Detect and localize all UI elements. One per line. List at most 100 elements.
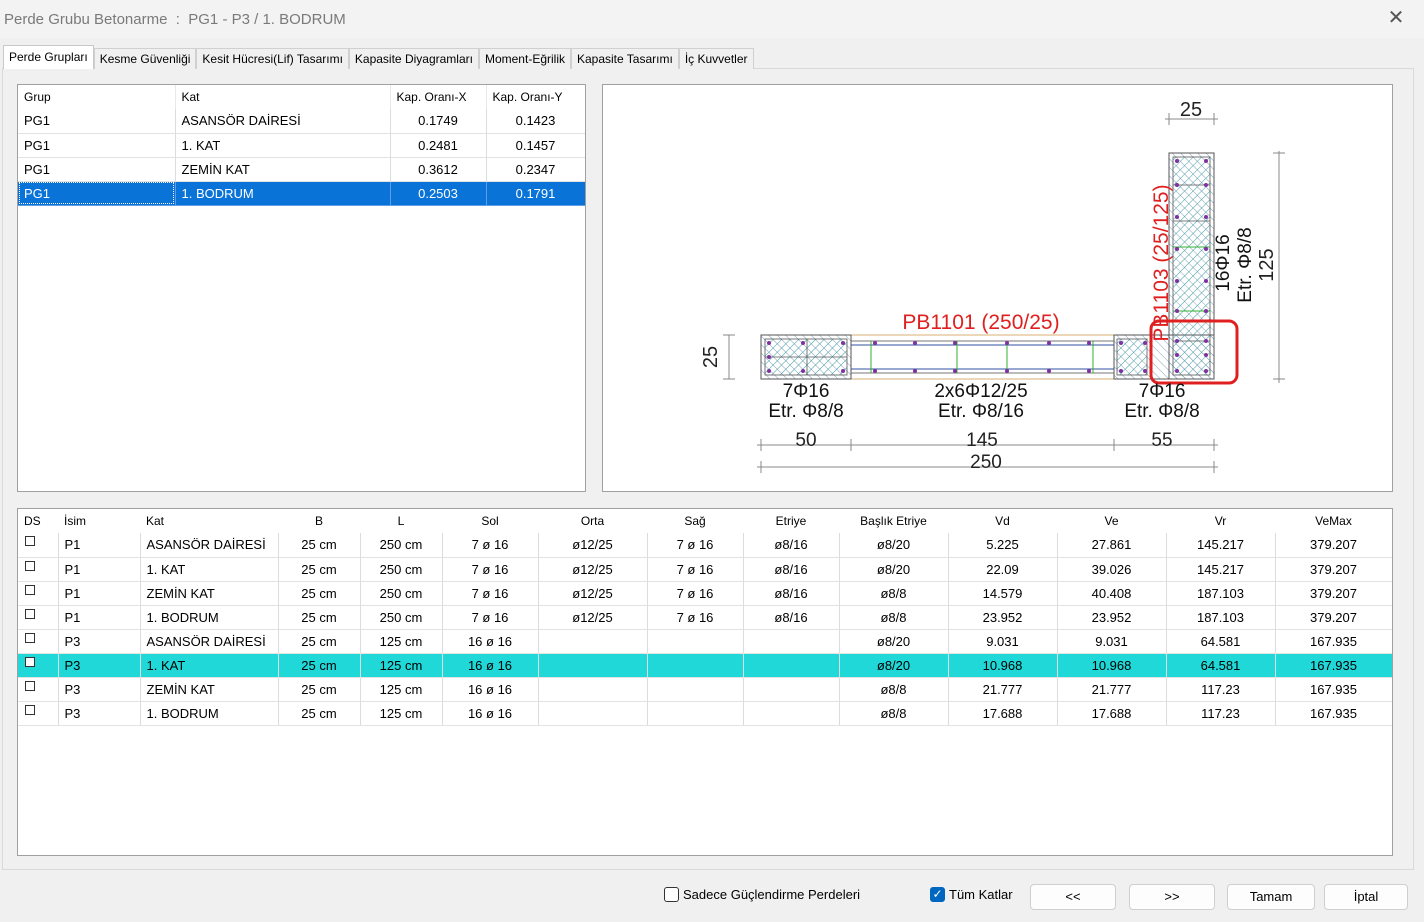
ds-checkbox[interactable] bbox=[25, 680, 35, 691]
all-floors-checkbox[interactable]: ✓ Tüm Katlar bbox=[930, 887, 1013, 902]
cell-orta bbox=[538, 629, 648, 654]
cell-kat: ZEMİN KAT bbox=[140, 677, 279, 702]
wall2-label: PB1103 (25/125) bbox=[1150, 184, 1173, 341]
dim-top-label: 25 bbox=[1180, 99, 1202, 121]
vert-bars: 16Φ16 bbox=[1213, 234, 1234, 291]
cell-b: 25 cm bbox=[278, 653, 361, 678]
dim-left-label: 25 bbox=[700, 346, 722, 368]
dim-50-label: 50 bbox=[795, 430, 816, 451]
ds-cell bbox=[18, 701, 59, 726]
col-header-baslik-etriye[interactable]: Başlık Etriye bbox=[839, 509, 948, 533]
cancel-button[interactable]: İptal bbox=[1324, 884, 1408, 910]
cell-kat: 1. BODRUM bbox=[175, 181, 391, 206]
ds-checkbox[interactable] bbox=[25, 704, 35, 715]
cell-sol: 16 ø 16 bbox=[442, 629, 539, 654]
col-header-vr[interactable]: Vr bbox=[1166, 509, 1275, 533]
cell-kap-y: 0.1423 bbox=[486, 109, 585, 134]
col-header-kat[interactable]: Kat bbox=[140, 509, 278, 533]
cell-isim: P3 bbox=[58, 677, 141, 702]
cell-vemax: 167.935 bbox=[1275, 677, 1392, 702]
col-header-orta[interactable]: Orta bbox=[538, 509, 647, 533]
col-header-kat[interactable]: Kat bbox=[175, 85, 391, 109]
table-row[interactable]: PG1 ZEMİN KAT 0.3612 0.2347 bbox=[18, 157, 585, 182]
ds-checkbox[interactable] bbox=[25, 608, 35, 619]
col-header-ds[interactable]: DS bbox=[18, 509, 58, 533]
prev-button[interactable]: << bbox=[1030, 884, 1116, 910]
table-row-selected[interactable]: PG1 1. BODRUM 0.2503 0.1791 bbox=[18, 181, 585, 206]
close-icon[interactable]: ✕ bbox=[1386, 8, 1406, 28]
left-end-stirrup: Etr. Φ8/8 bbox=[768, 401, 843, 422]
cell-orta bbox=[538, 677, 648, 702]
col-header-sol[interactable]: Sol bbox=[442, 509, 538, 533]
table-row[interactable]: P3 ASANSÖR DAİRESİ 25 cm 125 cm 16 ø 16 ø8/20… bbox=[18, 629, 1392, 654]
cell-sol: 16 ø 16 bbox=[442, 701, 539, 726]
col-header-b[interactable]: B bbox=[278, 509, 360, 533]
cell-kat: ASANSÖR DAİRESİ bbox=[140, 533, 279, 558]
table-row[interactable]: P3 1. BODRUM 25 cm 125 cm 16 ø 16 ø8/8 17.688 1… bbox=[18, 701, 1392, 726]
col-header-sag[interactable]: Sağ bbox=[647, 509, 743, 533]
ok-button[interactable]: Tamam bbox=[1227, 884, 1315, 910]
ds-checkbox[interactable] bbox=[25, 560, 35, 571]
table-row[interactable]: P1 ASANSÖR DAİRESİ 25 cm 250 cm 7 ø 16 ø12/25… bbox=[18, 533, 1392, 558]
tab-ic-kuvvetler[interactable]: İç Kuvvetler bbox=[678, 48, 754, 69]
cell-kat: 1. KAT bbox=[140, 557, 279, 582]
wall1-label: PB1101 (250/25) bbox=[902, 311, 1059, 334]
col-header-l[interactable]: L bbox=[360, 509, 442, 533]
tab-moment-egrilik[interactable]: Moment-Eğrilik bbox=[478, 48, 571, 69]
cell-vr: 145.217 bbox=[1166, 533, 1276, 558]
cell-baslik-etriye: ø8/8 bbox=[839, 581, 949, 606]
ds-checkbox[interactable] bbox=[25, 536, 35, 546]
col-header-vd[interactable]: Vd bbox=[948, 509, 1057, 533]
table-row[interactable]: P1 1. KAT 25 cm 250 cm 7 ø 16 ø12/25 7 ø 16 ø8/… bbox=[18, 557, 1392, 582]
table-row[interactable]: P3 ZEMİN KAT 25 cm 125 cm 16 ø 16 ø8/8 21.777 2… bbox=[18, 677, 1392, 702]
cell-l: 125 cm bbox=[360, 677, 443, 702]
cell-kat: 1. BODRUM bbox=[140, 605, 279, 630]
walls-grid[interactable]: DS İsim Kat B L Sol Orta Sağ Etriye Başl… bbox=[17, 508, 1393, 856]
tab-kesme-guvenligi[interactable]: Kesme Güvenliği bbox=[93, 48, 197, 69]
groups-grid[interactable]: Grup Kat Kap. Oranı-X Kap. Oranı-Y PG1 A… bbox=[17, 84, 586, 492]
table-row[interactable]: PG1 ASANSÖR DAİRESİ 0.1749 0.1423 bbox=[18, 109, 585, 134]
cell-isim: P1 bbox=[58, 605, 141, 630]
cell-etriye: ø8/16 bbox=[743, 533, 840, 558]
cell-vd: 21.777 bbox=[948, 677, 1058, 702]
cell-orta bbox=[538, 701, 648, 726]
table-row[interactable]: PG1 1. KAT 0.2481 0.1457 bbox=[18, 133, 585, 158]
ds-checkbox[interactable] bbox=[25, 584, 35, 595]
cell-l: 125 cm bbox=[360, 629, 443, 654]
table-row[interactable]: P1 ZEMİN KAT 25 cm 250 cm 7 ø 16 ø12/25 7 ø 16… bbox=[18, 581, 1392, 606]
cell-kap-x: 0.2481 bbox=[390, 133, 487, 158]
col-header-grup[interactable]: Grup bbox=[18, 85, 176, 109]
tab-kesit-hucresi[interactable]: Kesit Hücresi(Lif) Tasarımı bbox=[196, 48, 349, 69]
ds-cell bbox=[18, 533, 59, 558]
tab-kapasite-diyagramlari[interactable]: Kapasite Diyagramları bbox=[348, 48, 479, 69]
col-header-vemax[interactable]: VeMax bbox=[1275, 509, 1392, 533]
col-header-isim[interactable]: İsim bbox=[58, 509, 140, 533]
checkbox-unchecked[interactable] bbox=[664, 887, 679, 902]
cell-b: 25 cm bbox=[278, 533, 361, 558]
cell-vr: 117.23 bbox=[1166, 677, 1276, 702]
cell-isim: P3 bbox=[58, 701, 141, 726]
cell-vd: 22.09 bbox=[948, 557, 1058, 582]
table-row[interactable]: P1 1. BODRUM 25 cm 250 cm 7 ø 16 ø12/25 7 ø 16… bbox=[18, 605, 1392, 630]
col-header-kap-y[interactable]: Kap. Oranı-Y bbox=[486, 85, 585, 109]
cell-isim: P1 bbox=[58, 533, 141, 558]
cell-kap-y: 0.1791 bbox=[486, 181, 585, 206]
table-row-selected[interactable]: P3 1. KAT 25 cm 125 cm 16 ø 16 ø8/20 10.968 10.… bbox=[18, 653, 1392, 678]
ds-checkbox[interactable] bbox=[25, 632, 35, 643]
only-strengthening-checkbox[interactable]: Sadece Güçlendirme Perdeleri bbox=[664, 887, 860, 902]
col-header-etriye[interactable]: Etriye bbox=[743, 509, 839, 533]
title-bar: Perde Grubu Betonarme : PG1 - P3 / 1. BO… bbox=[0, 0, 1424, 38]
ds-checkbox[interactable] bbox=[25, 656, 35, 667]
section-drawing[interactable]: 25 125 25 PB1101 (250/25) PB1103 (25/125… bbox=[602, 84, 1393, 492]
tab-kapasite-tasarimi[interactable]: Kapasite Tasarımı bbox=[570, 48, 679, 69]
section-drawing-svg: 25 125 25 PB1101 (250/25) PB1103 (25/125… bbox=[700, 99, 1285, 473]
checkmark-icon[interactable]: ✓ bbox=[930, 887, 945, 902]
col-header-kap-x[interactable]: Kap. Oranı-X bbox=[390, 85, 487, 109]
cell-vr: 187.103 bbox=[1166, 581, 1276, 606]
cell-sag bbox=[647, 653, 744, 678]
tab-perde-gruplari[interactable]: Perde Grupları bbox=[3, 45, 94, 69]
next-button[interactable]: >> bbox=[1129, 884, 1215, 910]
groups-header-row: Grup Kat Kap. Oranı-X Kap. Oranı-Y bbox=[18, 85, 585, 109]
col-header-ve[interactable]: Ve bbox=[1057, 509, 1166, 533]
cell-ve: 21.777 bbox=[1057, 677, 1167, 702]
